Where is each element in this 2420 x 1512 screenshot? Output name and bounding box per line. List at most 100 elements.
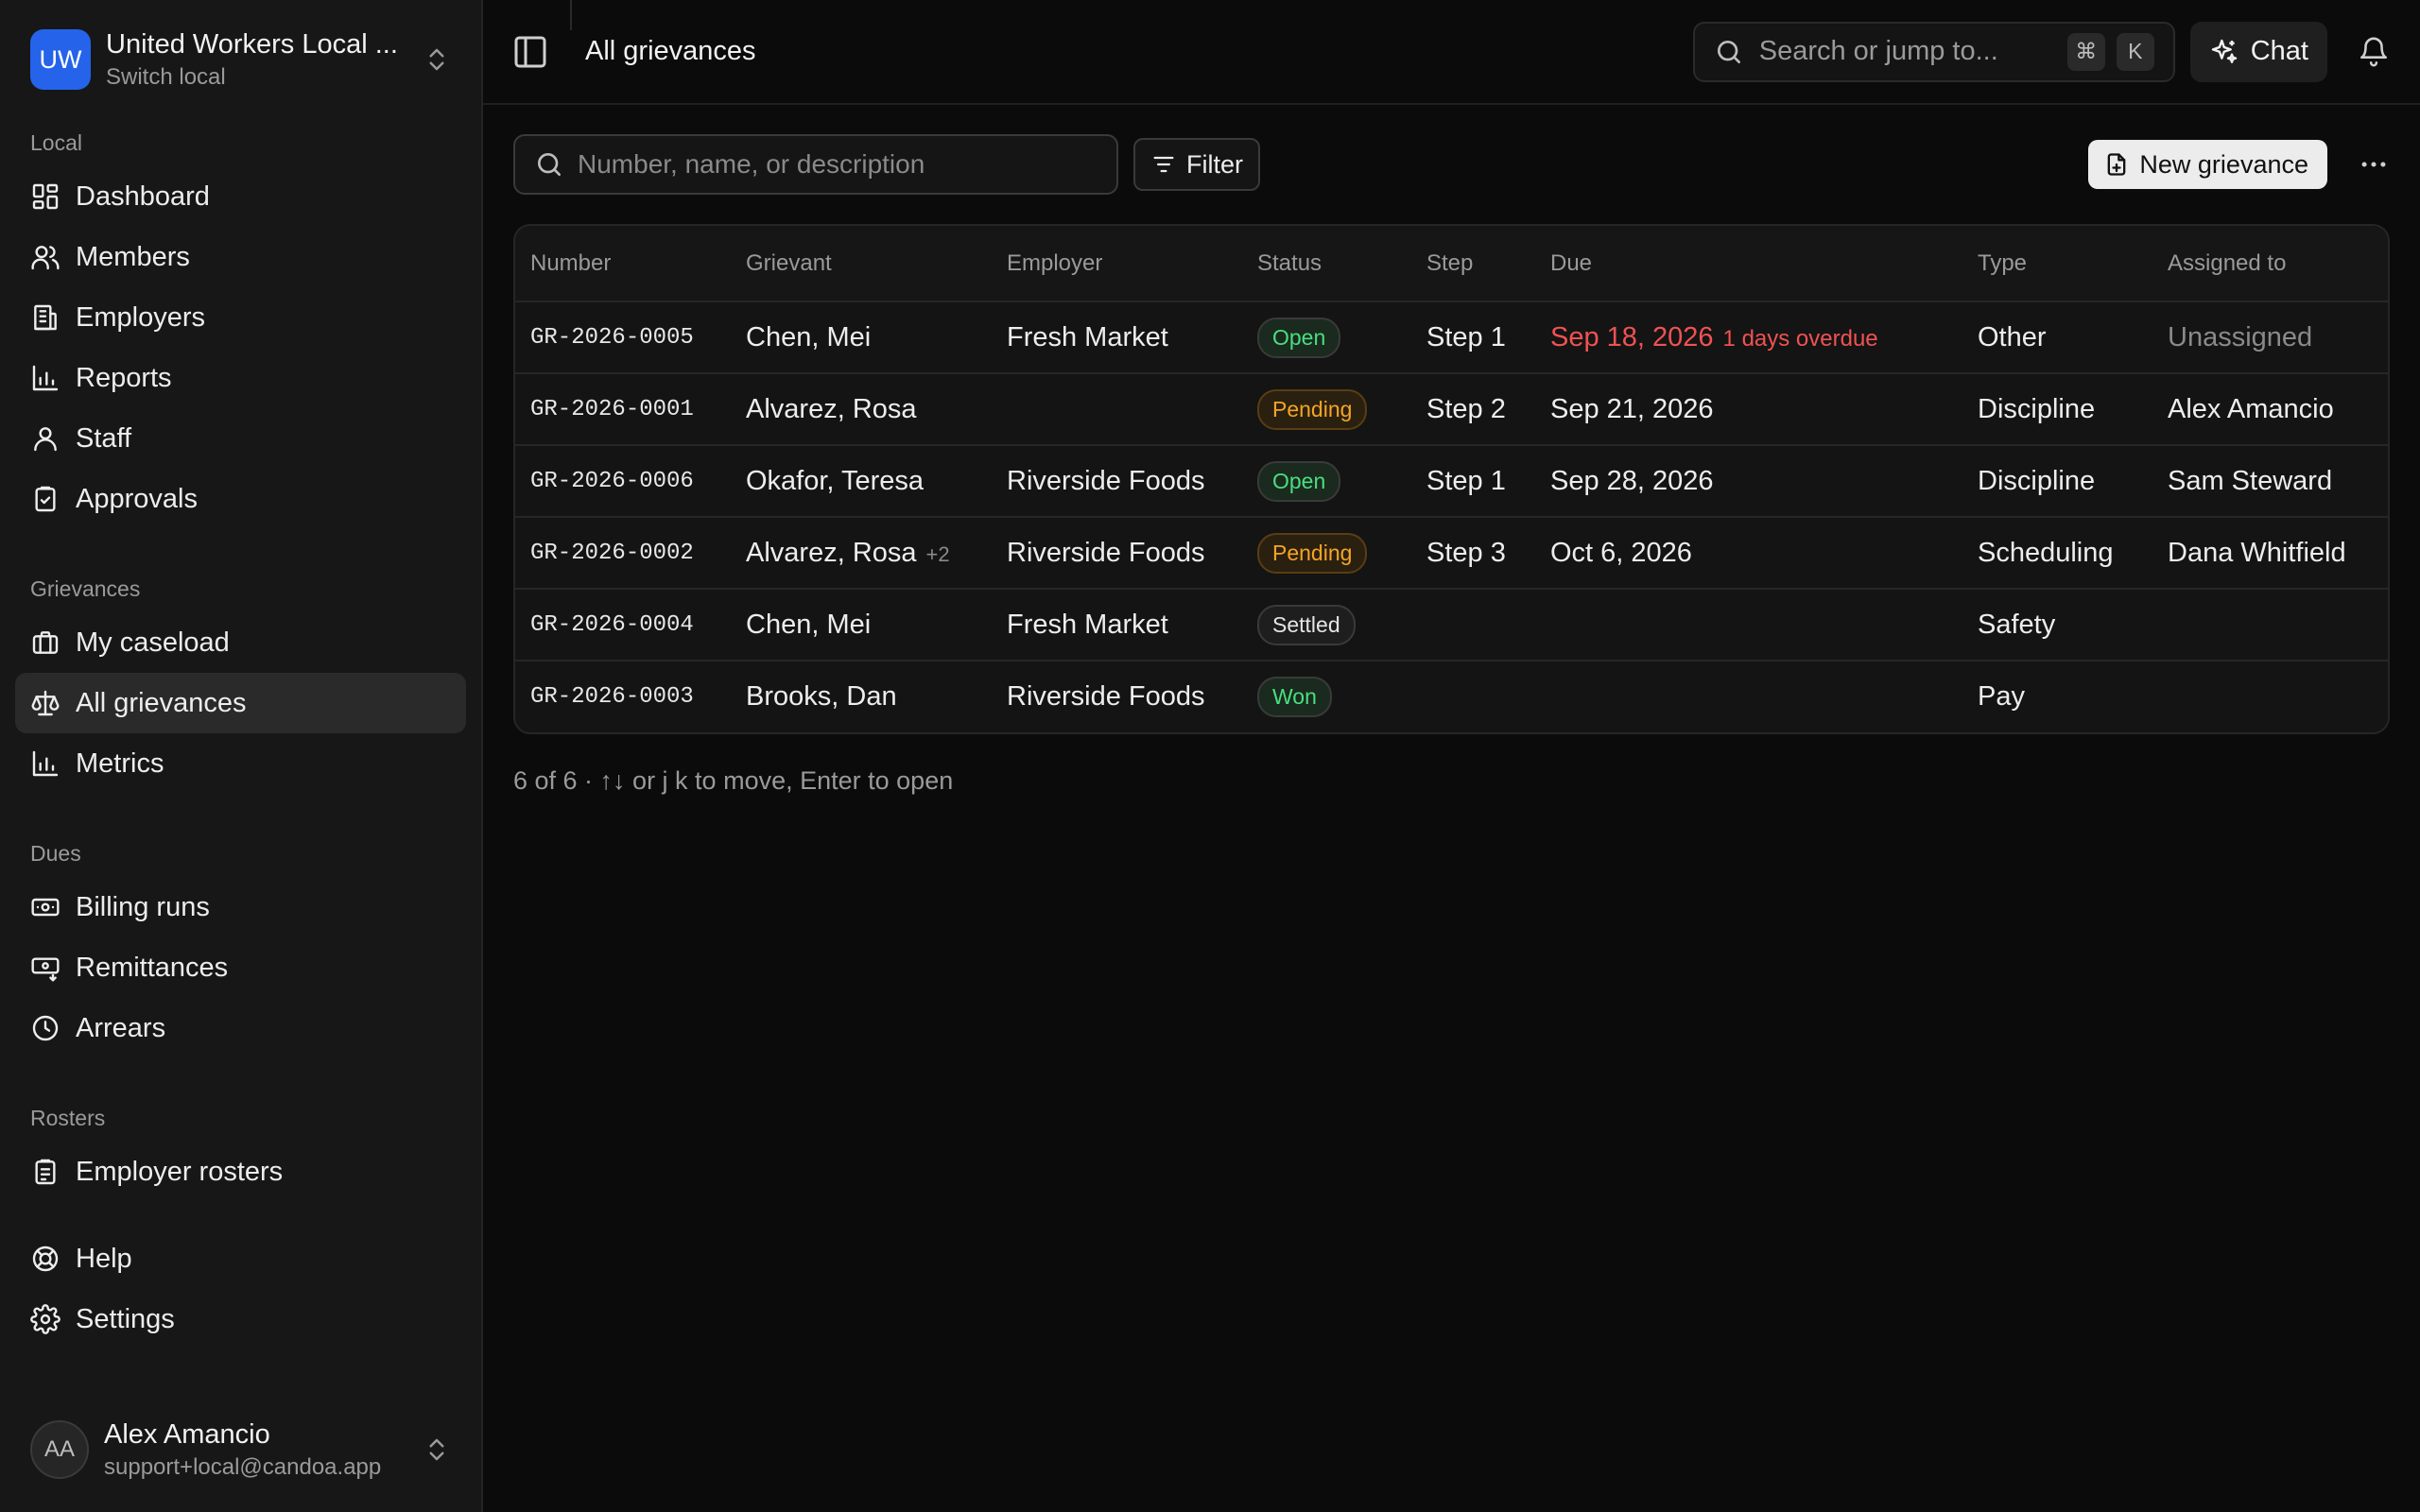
due-date: Oct 6, 2026 xyxy=(1550,537,1692,568)
table-row[interactable]: GR-2026-0006 Okafor, Teresa Riverside Food… xyxy=(515,445,2388,518)
column-header-status[interactable]: Status xyxy=(1242,226,1411,302)
filter-button[interactable]: Filter xyxy=(1133,138,1260,191)
due-cell: Sep 21, 2026 xyxy=(1535,373,1962,446)
filter-icon xyxy=(1153,156,1174,173)
breadcrumb: All grievances xyxy=(585,36,756,66)
user-menu[interactable]: AA Alex Amancio support+local@candoa.app xyxy=(0,1387,481,1512)
user-email: support+local@candoa.app xyxy=(104,1453,382,1480)
grievant-name: Alvarez, Rosa xyxy=(746,537,917,568)
sidebar-item-label: Settings xyxy=(76,1303,175,1334)
grievant-name: Chen, Mei xyxy=(746,609,872,640)
sidebar-item-arrears[interactable]: Arrears xyxy=(15,998,466,1058)
grievance-search[interactable] xyxy=(513,134,1118,195)
filter-label: Filter xyxy=(1186,149,1243,179)
grievance-search-input[interactable] xyxy=(578,149,1098,180)
grievance-number: GR-2026-0006 xyxy=(515,445,731,518)
type-cell: Pay xyxy=(1978,681,2025,712)
divider xyxy=(570,0,572,30)
step-cell: Step 1 xyxy=(1411,301,1535,374)
banknote-arrow-icon xyxy=(31,957,60,982)
search-icon xyxy=(1717,40,1740,63)
grievant-cell: Alvarez, Rosa xyxy=(731,373,992,446)
members-icon xyxy=(31,246,60,270)
grievant-name: Alvarez, Rosa xyxy=(746,393,917,424)
sidebar-item-all-grievances[interactable]: All grievances xyxy=(15,673,466,733)
scale-icon xyxy=(31,690,60,716)
sidebar-item-employers[interactable]: Employers xyxy=(15,287,466,348)
column-header-step[interactable]: Step xyxy=(1411,226,1535,302)
due-cell xyxy=(1535,661,1962,732)
bell-icon[interactable] xyxy=(2358,36,2390,68)
grievance-number: GR-2026-0005 xyxy=(515,301,731,374)
column-header-due[interactable]: Due xyxy=(1535,226,1962,302)
section-label-grievances: Grievances xyxy=(30,576,141,601)
sidebar-item-settings[interactable]: Settings xyxy=(15,1289,466,1349)
grievant-cell: Chen, Mei xyxy=(731,589,992,662)
org-switch-label: Switch local xyxy=(106,63,226,90)
gear-icon xyxy=(30,1304,60,1334)
sidebar-item-help[interactable]: Help xyxy=(15,1228,466,1289)
nav-list-bottom: Help Settings xyxy=(0,1228,481,1349)
employer-cell: Fresh Market xyxy=(992,301,1242,374)
grievant-cell: Chen, Mei xyxy=(731,301,992,374)
table-row[interactable]: GR-2026-0003 Brooks, Dan Riverside Foods Wo… xyxy=(515,661,2388,732)
file-plus-icon xyxy=(2108,153,2126,176)
column-header-number[interactable]: Number xyxy=(515,226,731,302)
sidebar-item-members[interactable]: Members xyxy=(15,227,466,287)
type-cell: Safety xyxy=(1962,589,2152,662)
section-label-dues: Dues xyxy=(30,840,81,866)
section-label-rosters: Rosters xyxy=(30,1105,106,1130)
more-horizontal-icon[interactable] xyxy=(2358,148,2390,180)
status-badge: Open xyxy=(1257,460,1341,502)
type-cell: Other xyxy=(1962,301,2152,374)
sidebar-item-dashboard[interactable]: Dashboard xyxy=(15,166,466,227)
sidebar-item-label: Arrears xyxy=(76,1012,166,1043)
global-search-input[interactable]: Search or jump to... ⌘ K xyxy=(1692,21,2175,82)
sidebar-item-billing-runs[interactable]: Billing runs xyxy=(15,877,466,937)
column-header-type[interactable]: Type xyxy=(1962,226,2152,302)
sidebar-toggle-icon[interactable] xyxy=(511,33,549,71)
briefcase-icon xyxy=(32,631,59,654)
sidebar-item-approvals[interactable]: Approvals xyxy=(15,469,466,529)
sidebar-item-metrics[interactable]: Metrics xyxy=(15,733,466,794)
sidebar-item-my-caseload[interactable]: My caseload xyxy=(15,612,466,673)
nav-list-dues: Billing runs Remittances Arrears xyxy=(0,877,481,1058)
sidebar-item-employer-rosters[interactable]: Employer rosters xyxy=(15,1142,466,1202)
column-header-employer[interactable]: Employer xyxy=(992,226,1242,302)
column-header-assigned-to[interactable]: Assigned to xyxy=(2152,226,2388,302)
table-row[interactable]: GR-2026-0005 Chen, Mei Fresh Market Open Ste… xyxy=(515,301,2388,374)
main-content: All grievances Search or jump to... ⌘ K … xyxy=(483,0,2420,1512)
new-grievance-button[interactable]: New grievance xyxy=(2088,140,2327,189)
sidebar-item-staff[interactable]: Staff xyxy=(15,408,466,469)
grievance-number: GR-2026-0002 xyxy=(515,517,731,590)
due-date: Sep 28, 2026 xyxy=(1550,465,1714,496)
due-cell xyxy=(1535,589,1962,662)
chat-button[interactable]: Chat xyxy=(2189,21,2327,82)
status-badge: Open xyxy=(1257,317,1341,358)
sidebar-item-remittances[interactable]: Remittances xyxy=(15,937,466,998)
step-cell xyxy=(1411,589,1535,662)
chevrons-up-down-icon xyxy=(429,48,444,71)
type-cell: Scheduling xyxy=(1962,517,2152,590)
chevrons-up-down-icon xyxy=(429,1438,444,1461)
due-date: Sep 21, 2026 xyxy=(1550,393,1714,424)
toolbar: Filter New grievance xyxy=(483,105,2420,224)
kbd-command: ⌘ xyxy=(2066,32,2105,71)
table-row[interactable]: GR-2026-0002 Alvarez, Rosa +2 Riverside Foo… xyxy=(515,517,2388,590)
due-date: Sep 18, 2026 xyxy=(1550,321,1714,352)
sidebar-item-label: Remittances xyxy=(76,952,229,983)
assignee-cell xyxy=(2152,589,2388,662)
table-header-row: Number Grievant Employer Status Step Due Type A… xyxy=(515,226,2388,302)
sidebar-item-label: Approvals xyxy=(76,483,198,514)
keyboard-hint: 6 of 6 · ↑↓ or j k to move, Enter to ope… xyxy=(513,766,954,795)
column-header-grievant[interactable]: Grievant xyxy=(731,226,992,302)
status-cell: Open xyxy=(1242,445,1411,518)
sidebar-item-reports[interactable]: Reports xyxy=(15,348,466,408)
grievance-number: GR-2026-0003 xyxy=(530,684,694,710)
employer-cell: Fresh Market xyxy=(992,589,1242,662)
table-row[interactable]: GR-2026-0004 Chen, Mei Fresh Market Settled… xyxy=(515,589,2388,662)
table-row[interactable]: GR-2026-0001 Alvarez, Rosa Pending Step 2 Se… xyxy=(515,373,2388,446)
org-switcher[interactable]: UW United Workers Local ... Switch local xyxy=(0,0,481,119)
